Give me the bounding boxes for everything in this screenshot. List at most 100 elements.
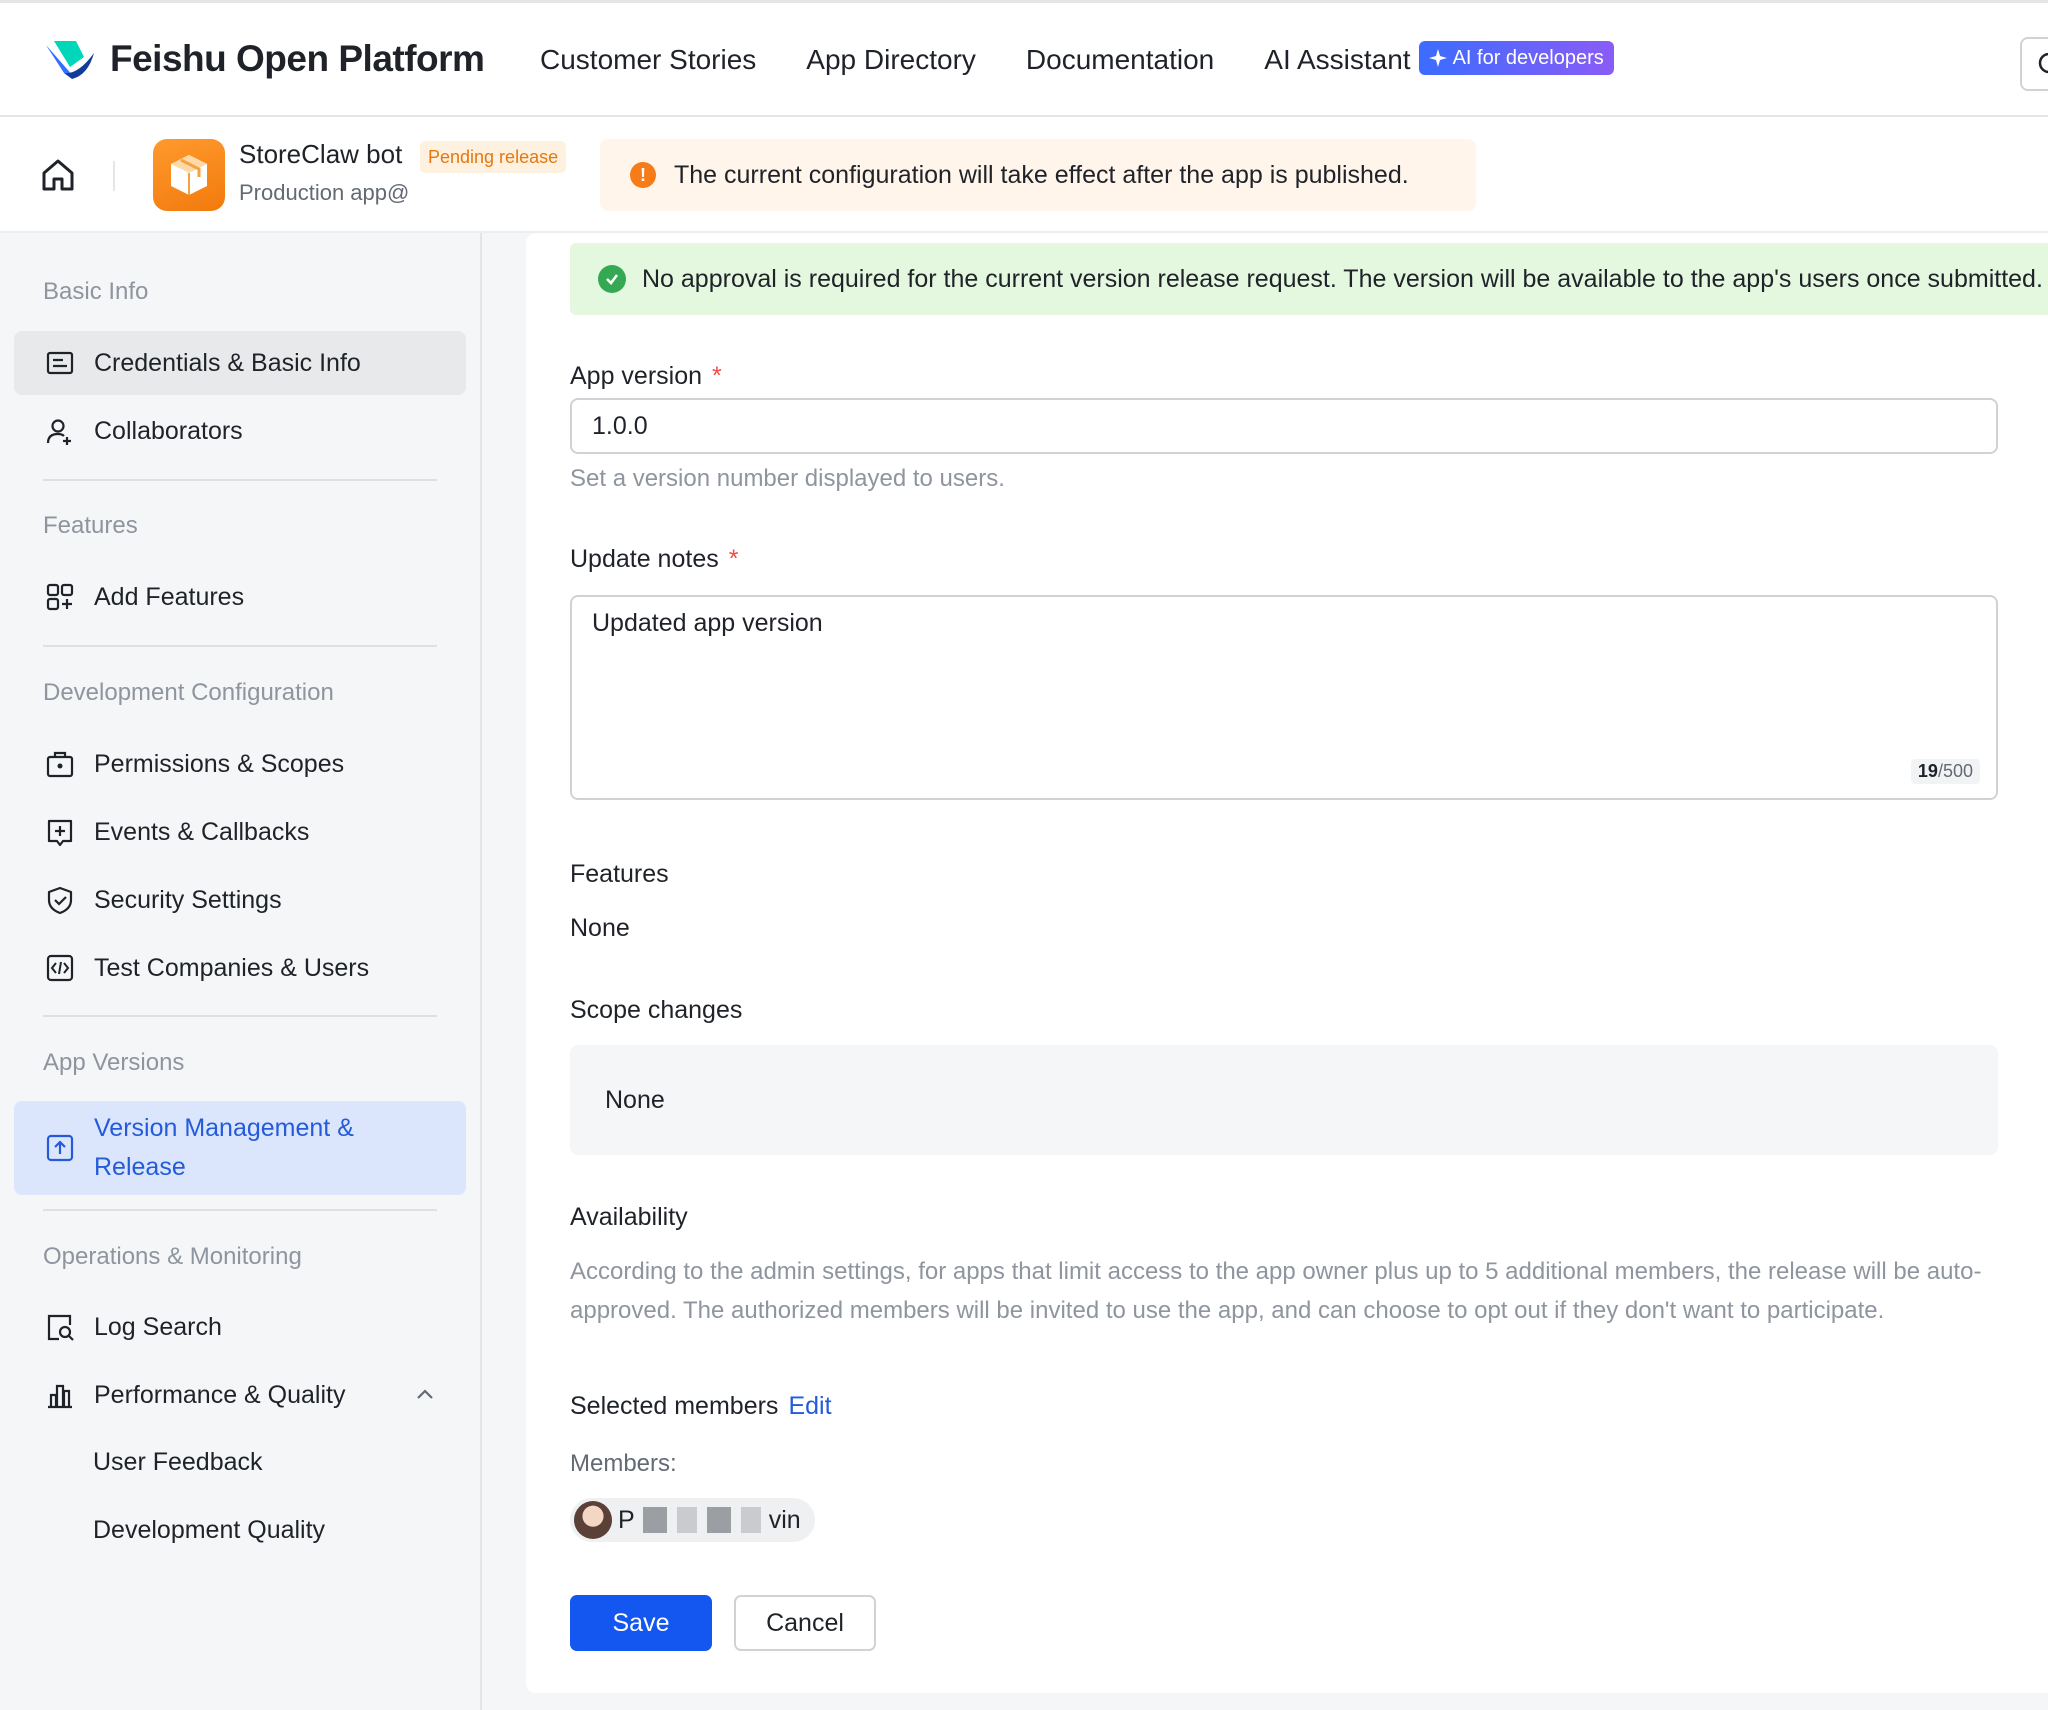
char-count: 19 bbox=[1917, 761, 1938, 781]
textarea-value: Updated app version bbox=[592, 609, 823, 637]
sidebar-item-test-companies[interactable]: Test Companies & Users bbox=[14, 936, 466, 1000]
sidebar-item-label: Events & Callbacks bbox=[94, 817, 310, 846]
success-text: No approval is required for the current … bbox=[642, 264, 2043, 293]
field-label: App version bbox=[570, 362, 703, 390]
success-banner: No approval is required for the current … bbox=[570, 243, 2048, 315]
brand-logo[interactable]: Feishu Open Platform bbox=[44, 37, 485, 81]
sparkle-icon bbox=[1428, 49, 1447, 67]
nav-documentation[interactable]: Documentation bbox=[1026, 44, 1214, 76]
divider bbox=[113, 161, 115, 191]
section-basic-info: Basic Info bbox=[43, 278, 149, 305]
event-icon bbox=[44, 816, 76, 848]
required-marker: * bbox=[712, 362, 722, 390]
input-value: 1.0.0 bbox=[592, 411, 648, 440]
features-label: Features bbox=[570, 860, 669, 888]
member-chip: P vin bbox=[570, 1498, 815, 1542]
char-counter: 19/500 bbox=[1910, 759, 1980, 784]
availability-label: Availability bbox=[570, 1203, 688, 1231]
redacted-block bbox=[706, 1507, 731, 1533]
nav-ai-assistant[interactable]: AI Assistant bbox=[1264, 44, 1410, 76]
section-dev-config: Development Configuration bbox=[43, 679, 334, 706]
member-name-end: vin bbox=[768, 1505, 801, 1534]
sidebar-item-label: Version Management & Release bbox=[94, 1114, 354, 1181]
status-badge: Pending release bbox=[420, 141, 567, 173]
brand-name: Feishu Open Platform bbox=[110, 38, 485, 79]
selected-members-row: Selected members Edit bbox=[570, 1392, 832, 1421]
required-marker: * bbox=[728, 545, 739, 573]
grid-plus-icon bbox=[44, 581, 76, 613]
char-max: /500 bbox=[1937, 761, 1973, 781]
sidebar-item-credentials[interactable]: Credentials & Basic Info bbox=[14, 331, 466, 395]
add-user-icon bbox=[44, 415, 76, 447]
nav-links: Customer Stories App Directory Documenta… bbox=[540, 41, 1614, 77]
sidebar-item-label: Performance & Quality bbox=[94, 1380, 346, 1409]
sidebar-item-user-feedback[interactable]: User Feedback bbox=[93, 1448, 263, 1477]
members-label: Members: bbox=[570, 1450, 677, 1477]
app-version-input[interactable]: 1.0.0 bbox=[570, 398, 1998, 454]
search-button[interactable] bbox=[2020, 37, 2048, 91]
update-notes-label: Update notes * bbox=[570, 545, 738, 574]
section-app-versions: App Versions bbox=[43, 1049, 185, 1076]
box-icon bbox=[171, 155, 207, 195]
sidebar-item-permissions[interactable]: Permissions & Scopes bbox=[14, 732, 466, 796]
sidebar-item-performance[interactable]: Performance & Quality bbox=[14, 1363, 466, 1427]
sidebar-item-events[interactable]: Events & Callbacks bbox=[14, 800, 466, 864]
sidebar-item-label: Log Search bbox=[94, 1312, 222, 1341]
edit-members-link[interactable]: Edit bbox=[788, 1392, 831, 1420]
section-features: Features bbox=[43, 512, 138, 539]
nav-app-directory[interactable]: App Directory bbox=[806, 44, 976, 76]
sidebar-item-label: Credentials & Basic Info bbox=[94, 348, 361, 377]
check-circle-icon bbox=[598, 265, 626, 293]
app-version-label: App version * bbox=[570, 362, 722, 391]
ai-developers-badge[interactable]: AI for developers bbox=[1418, 41, 1614, 75]
update-notes-textarea[interactable]: Updated app version 19/500 bbox=[570, 595, 1998, 800]
redacted-block bbox=[642, 1507, 667, 1533]
search-icon bbox=[2038, 52, 2048, 74]
nav-customer-stories[interactable]: Customer Stories bbox=[540, 44, 756, 76]
field-label: Update notes bbox=[570, 545, 719, 573]
sidebar-item-label: Permissions & Scopes bbox=[94, 749, 345, 778]
home-icon[interactable] bbox=[38, 155, 78, 195]
warning-icon: ! bbox=[630, 162, 656, 188]
scope-changes-value: None bbox=[605, 1085, 665, 1114]
sidebar-item-label: Add Features bbox=[94, 582, 245, 611]
sidebar-item-label: Collaborators bbox=[94, 416, 243, 445]
sidebar-item-label: Security Settings bbox=[94, 885, 282, 914]
top-navigation: Feishu Open Platform Customer Stories Ap… bbox=[0, 0, 2048, 117]
availability-description: According to the admin settings, for app… bbox=[570, 1258, 1982, 1324]
divider bbox=[43, 479, 437, 481]
chevron-up-icon[interactable] bbox=[413, 1383, 437, 1407]
id-card-icon bbox=[44, 347, 76, 379]
bar-chart-icon bbox=[44, 1379, 76, 1411]
sidebar-item-version-management[interactable]: Version Management & Release bbox=[14, 1101, 466, 1195]
scope-changes-box: None bbox=[570, 1045, 1998, 1155]
save-button[interactable]: Save bbox=[570, 1595, 712, 1651]
config-notice: ! The current configuration will take ef… bbox=[600, 139, 1476, 211]
divider bbox=[43, 645, 437, 647]
redacted-block bbox=[740, 1507, 761, 1533]
divider bbox=[43, 1209, 437, 1211]
scope-changes-label: Scope changes bbox=[570, 996, 743, 1024]
version-hint: Set a version number displayed to users. bbox=[570, 465, 1005, 492]
feishu-logo-icon bbox=[46, 41, 94, 79]
features-value: None bbox=[570, 914, 630, 942]
redacted-block bbox=[676, 1507, 697, 1533]
sidebar-item-dev-quality[interactable]: Development Quality bbox=[93, 1516, 325, 1545]
section-operations: Operations & Monitoring bbox=[43, 1243, 302, 1270]
sidebar-item-add-features[interactable]: Add Features bbox=[14, 565, 466, 629]
app-environment: Production app@ bbox=[239, 180, 410, 205]
member-name-start: P bbox=[618, 1505, 635, 1534]
notice-text: The current configuration will take effe… bbox=[674, 160, 1409, 189]
upload-icon bbox=[44, 1132, 76, 1164]
sidebar-item-log-search[interactable]: Log Search bbox=[14, 1295, 466, 1359]
app-avatar bbox=[153, 139, 225, 211]
app-name: StoreClaw bot bbox=[239, 139, 403, 169]
app-header: StoreClaw bot Pending release Production… bbox=[0, 117, 2048, 233]
sidebar-item-collaborators[interactable]: Collaborators bbox=[14, 399, 466, 463]
sidebar-item-label: Test Companies & Users bbox=[94, 953, 370, 982]
sidebar: Basic Info Credentials & Basic Info Coll… bbox=[0, 233, 482, 1710]
briefcase-lock-icon bbox=[44, 748, 76, 780]
cancel-button[interactable]: Cancel bbox=[734, 1595, 876, 1651]
avatar bbox=[574, 1501, 612, 1539]
sidebar-item-security[interactable]: Security Settings bbox=[14, 868, 466, 932]
